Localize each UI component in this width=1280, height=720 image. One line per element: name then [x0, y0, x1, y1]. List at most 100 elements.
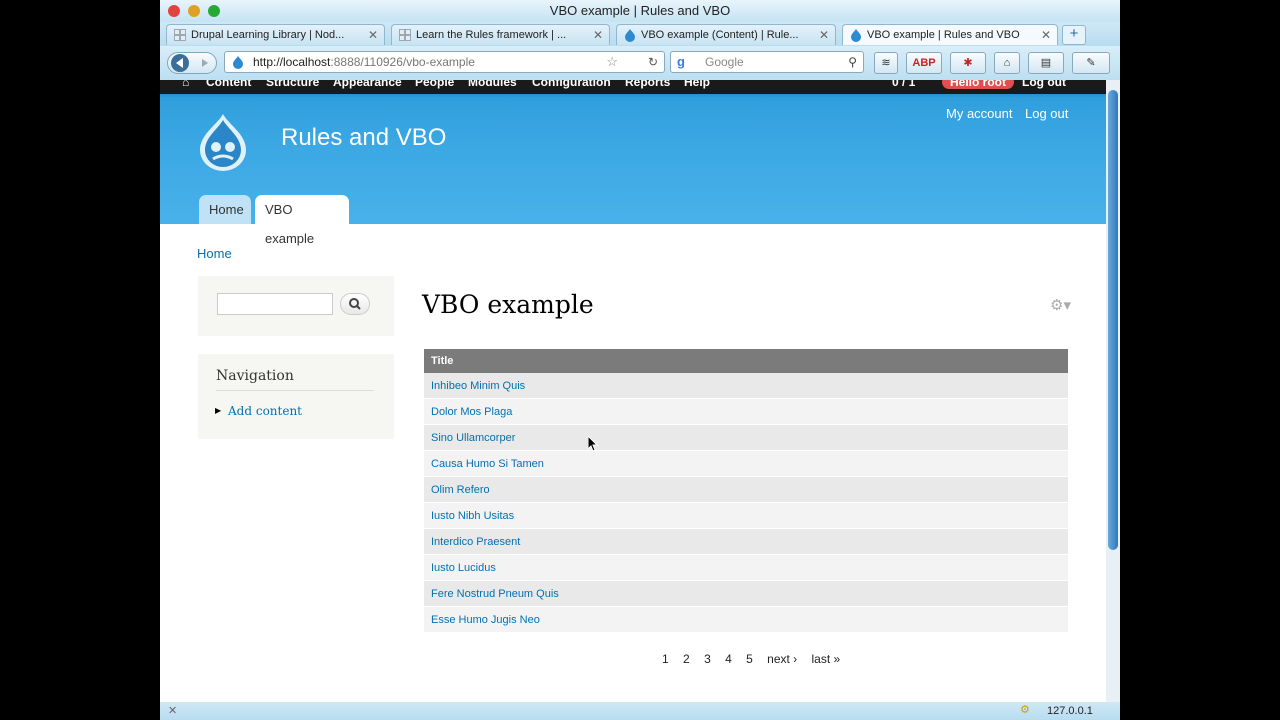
breadcrumb[interactable]: Home	[197, 246, 232, 261]
pager-current-page: 1	[662, 652, 669, 666]
bullet-triangle-icon: ▶	[215, 406, 222, 415]
tab-label: VBO example | Rules and VBO	[867, 29, 1020, 41]
pager-page-link[interactable]: 2	[683, 652, 690, 666]
table-row-link[interactable]: Sino Ullamcorper	[424, 424, 1068, 451]
search-block	[198, 276, 394, 336]
url-path: :8888/110926/vbo-example	[330, 55, 475, 69]
window-titlebar: VBO example | Rules and VBO	[160, 0, 1120, 22]
addon-icon[interactable]: ✱	[950, 52, 986, 74]
drupal-logo-icon[interactable]	[196, 112, 250, 172]
site-search-input[interactable]	[217, 293, 333, 315]
table-row-link[interactable]: Iusto Lucidus	[424, 554, 1068, 581]
close-tab-icon[interactable]: ✕	[1041, 25, 1051, 45]
minimize-window-button[interactable]	[188, 5, 200, 17]
tab-label: Learn the Rules framework | ...	[416, 29, 567, 41]
table-row-link[interactable]: Olim Refero	[424, 476, 1068, 503]
table-row-link[interactable]: Fere Nostrud Pneum Quis	[424, 580, 1068, 607]
navigation-block: Navigation ▶ Add content	[198, 354, 394, 439]
table-row-link[interactable]: Dolor Mos Plaga	[424, 398, 1068, 425]
pager-next-link[interactable]: next ›	[767, 652, 797, 666]
pager-page-link[interactable]: 5	[746, 652, 753, 666]
toolbar-logout[interactable]: Log out	[1022, 80, 1066, 89]
vertical-scrollbar[interactable]	[1106, 80, 1120, 702]
page-title: VBO example	[422, 290, 594, 319]
extension-icon[interactable]: ⚙	[1020, 703, 1030, 716]
search-bar[interactable]: g Google ⚲	[670, 51, 864, 73]
browser-tab[interactable]: VBO example (Content) | Rule... ✕	[616, 24, 836, 45]
navigation-toolbar: http://localhost:8888/110926/vbo-example…	[160, 46, 1120, 80]
nav-item-add-content[interactable]: Add content	[228, 404, 302, 418]
bookmarks-icon[interactable]: ▤	[1028, 52, 1064, 74]
table-row-link[interactable]: Esse Humo Jugis Neo	[424, 606, 1068, 633]
site-header: ⌂ Content Structure Appearance People Mo…	[160, 80, 1106, 246]
search-icon[interactable]: ⚲	[848, 52, 857, 72]
divider	[216, 390, 374, 391]
search-icon	[349, 298, 361, 310]
adblock-icon[interactable]: ABP	[906, 52, 942, 74]
gear-icon[interactable]: ⚙▾	[1050, 296, 1071, 314]
new-tab-button[interactable]: +	[1062, 25, 1086, 45]
tab-home[interactable]: Home	[199, 195, 251, 224]
toolbar-item-modules[interactable]: Modules	[468, 80, 517, 89]
zoom-window-button[interactable]	[208, 5, 220, 17]
scrollbar-thumb[interactable]	[1108, 90, 1118, 550]
mouse-cursor-icon	[588, 436, 598, 452]
reload-icon[interactable]: ↻	[648, 52, 658, 72]
bookmark-star-icon[interactable]: ☆	[606, 52, 618, 72]
pager-page-link[interactable]: 3	[704, 652, 711, 666]
close-tab-icon[interactable]: ✕	[368, 25, 378, 45]
toolbar-item-appearance[interactable]: Appearance	[333, 80, 402, 89]
toolbar-home-icon[interactable]: ⌂	[182, 80, 189, 89]
drupal-drop-icon	[625, 29, 635, 42]
my-account-link[interactable]: My account	[946, 106, 1012, 121]
close-tab-icon[interactable]: ✕	[819, 25, 829, 45]
search-placeholder: Google	[705, 55, 744, 69]
tab-label: Drupal Learning Library | Nod...	[191, 29, 345, 41]
close-tab-icon[interactable]: ✕	[593, 25, 603, 45]
toolbar-item-help[interactable]: Help	[684, 80, 710, 89]
tab-bar: Drupal Learning Library | Nod... ✕ Learn…	[160, 22, 1120, 46]
status-bar: ✕ ⚙ 127.0.0.1	[160, 702, 1120, 720]
site-identity-icon	[233, 56, 243, 69]
navigation-block-title: Navigation	[216, 368, 294, 384]
tab-label: VBO example (Content) | Rule...	[641, 29, 799, 41]
google-icon: g	[677, 54, 685, 69]
window-title: VBO example | Rules and VBO	[549, 3, 731, 18]
tab-vbo-example[interactable]: VBO example	[255, 195, 349, 246]
generic-page-icon	[399, 29, 411, 41]
browser-window: VBO example | Rules and VBO Drupal Learn…	[160, 0, 1120, 720]
close-window-button[interactable]	[168, 5, 180, 17]
tools-icon[interactable]: ✎	[1072, 52, 1110, 74]
pager-last-link[interactable]: last »	[812, 652, 841, 666]
close-icon[interactable]: ✕	[168, 704, 177, 717]
toolbar-counts: 0 / 1	[892, 80, 916, 89]
toolbar-item-content[interactable]: Content	[206, 80, 251, 89]
table-row-link[interactable]: Inhibeo Minim Quis	[424, 373, 1068, 399]
pager-page-link[interactable]: 4	[725, 652, 732, 666]
url-bar[interactable]: http://localhost:8888/110926/vbo-example…	[224, 51, 665, 73]
log-out-link[interactable]: Log out	[1025, 106, 1068, 121]
browser-tab-active[interactable]: VBO example | Rules and VBO ✕	[842, 24, 1058, 45]
table-row-link[interactable]: Causa Humo Si Tamen	[424, 450, 1068, 477]
browser-tab[interactable]: Learn the Rules framework | ... ✕	[391, 24, 610, 45]
home-icon[interactable]: ⌂	[994, 52, 1020, 74]
browser-tab[interactable]: Drupal Learning Library | Nod... ✕	[166, 24, 385, 45]
back-forward-buttons[interactable]	[167, 52, 217, 74]
site-search-button[interactable]	[340, 293, 370, 315]
toolbar-item-people[interactable]: People	[415, 80, 454, 89]
url-host: http://localhost	[253, 55, 331, 69]
drupal-drop-icon	[851, 29, 861, 42]
table-row-link[interactable]: Interdico Praesent	[424, 528, 1068, 555]
admin-toolbar: ⌂ Content Structure Appearance People Mo…	[160, 80, 1106, 94]
vbo-table: Title Inhibeo Minim Quis Dolor Mos Plaga…	[424, 349, 1068, 633]
toolbar-item-reports[interactable]: Reports	[625, 80, 670, 89]
toolbar-item-structure[interactable]: Structure	[266, 80, 319, 89]
generic-page-icon	[174, 29, 186, 41]
status-ip: 127.0.0.1	[1047, 705, 1093, 717]
table-row-link[interactable]: Iusto Nibh Usitas	[424, 502, 1068, 529]
table-header-title[interactable]: Title	[424, 349, 1068, 373]
rss-icon[interactable]: ≋	[874, 52, 898, 74]
toolbar-item-configuration[interactable]: Configuration	[532, 80, 611, 89]
site-name[interactable]: Rules and VBO	[281, 124, 446, 152]
toolbar-hello[interactable]: Hello root	[942, 80, 1014, 89]
